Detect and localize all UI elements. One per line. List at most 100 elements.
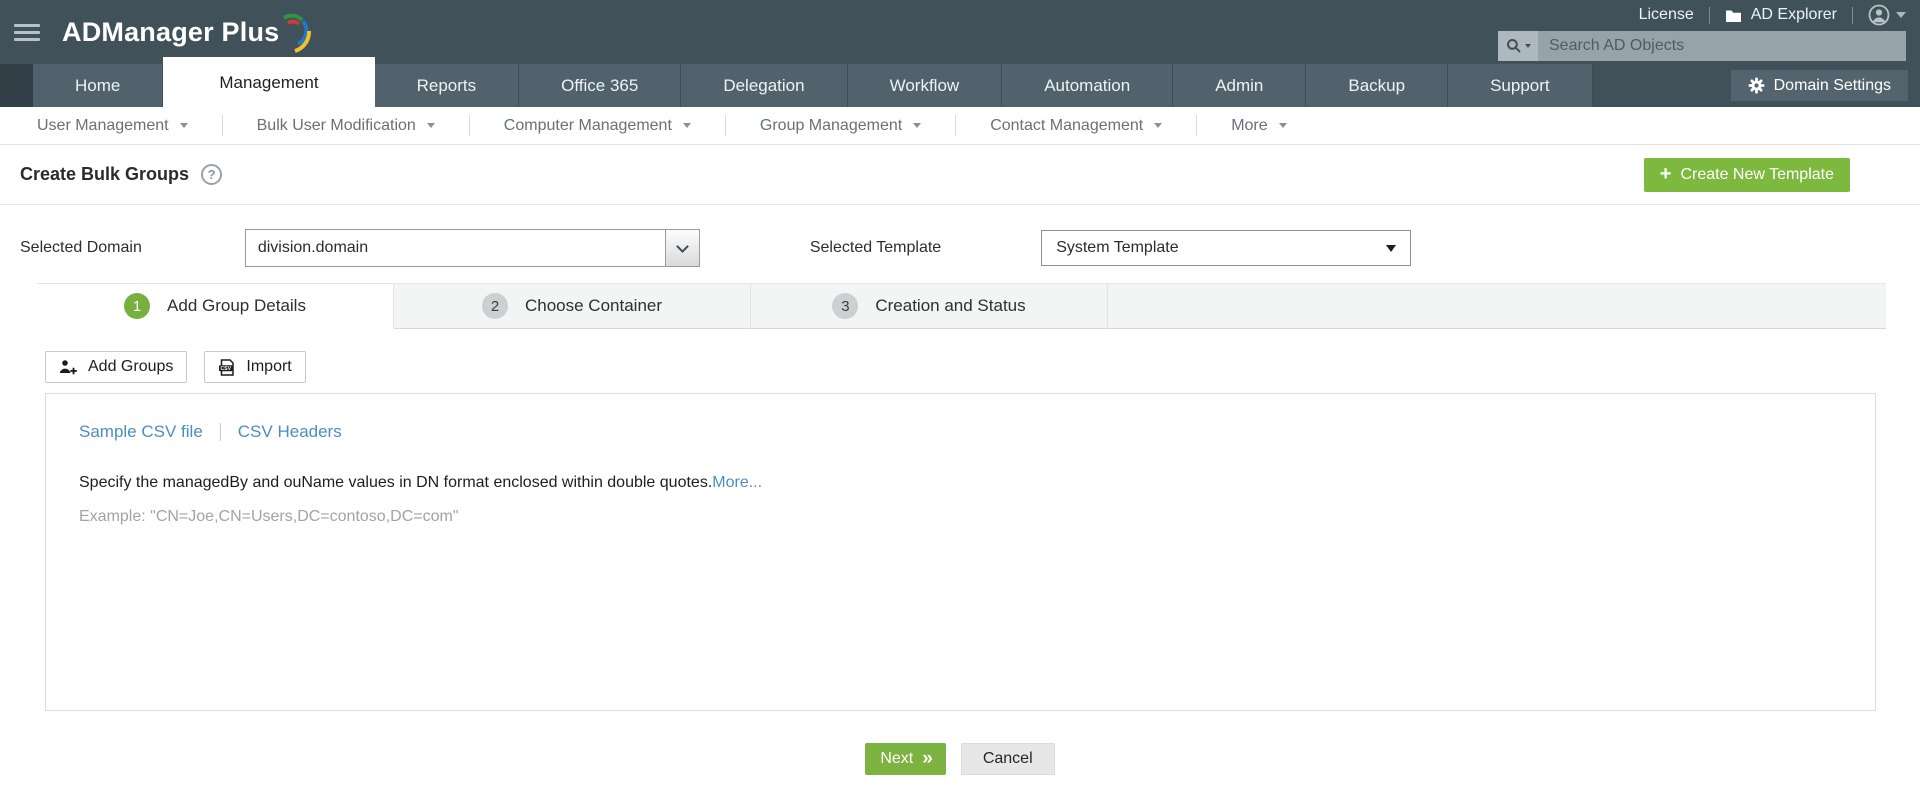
subnav-contact-management[interactable]: Contact Management xyxy=(956,115,1198,136)
search-scope-button[interactable] xyxy=(1498,31,1538,61)
page-title: Create Bulk Groups xyxy=(20,164,190,184)
gear-icon xyxy=(1748,77,1765,94)
hamburger-menu-icon[interactable] xyxy=(14,20,40,45)
page-header: Create Bulk Groups ? + Create New Templa… xyxy=(0,145,1920,205)
next-label: Next xyxy=(880,750,914,767)
step-add-group-details[interactable]: 1 Add Group Details xyxy=(37,284,394,329)
step-label: Add Group Details xyxy=(167,296,306,315)
subnav-label: Bulk User Modification xyxy=(256,116,416,134)
next-button[interactable]: Next » xyxy=(865,743,946,775)
subnav-group-management[interactable]: Group Management xyxy=(726,115,957,136)
step-choose-container[interactable]: 2 Choose Container xyxy=(394,284,751,329)
help-icon[interactable]: ? xyxy=(201,164,223,185)
step-number-badge: 1 xyxy=(124,293,151,319)
add-person-icon xyxy=(59,360,77,375)
chevron-down-icon xyxy=(682,123,691,128)
subnav-computer-management[interactable]: Computer Management xyxy=(470,115,726,136)
search-input[interactable] xyxy=(1538,31,1906,61)
tab-delegation[interactable]: Delegation xyxy=(681,64,848,107)
subnav-label: User Management xyxy=(37,116,169,134)
csv-import-icon: CSV xyxy=(219,358,235,376)
ad-explorer-link[interactable]: AD Explorer xyxy=(1725,6,1837,24)
tab-admin[interactable]: Admin xyxy=(1173,64,1307,107)
chevron-down-icon xyxy=(1896,12,1906,18)
create-template-label: Create New Template xyxy=(1680,165,1834,183)
instruction-line: Specify the managedBy and ouName values … xyxy=(79,474,1875,492)
domain-settings-button[interactable]: Domain Settings xyxy=(1730,70,1908,101)
divider xyxy=(219,423,221,441)
step-creation-and-status[interactable]: 3 Creation and Status xyxy=(751,284,1108,329)
tab-home[interactable]: Home xyxy=(33,64,164,107)
chevron-down-icon xyxy=(675,239,689,253)
tab-automation[interactable]: Automation xyxy=(1002,64,1174,107)
cancel-button[interactable]: Cancel xyxy=(960,743,1055,775)
add-groups-button[interactable]: Add Groups xyxy=(45,351,188,383)
selected-domain-combo xyxy=(244,229,700,267)
user-menu[interactable] xyxy=(1868,4,1906,26)
divider xyxy=(1708,6,1710,24)
step-label: Choose Container xyxy=(524,296,663,315)
plus-icon: + xyxy=(1659,162,1672,185)
sub-nav: User Management Bulk User Modification C… xyxy=(0,107,1920,145)
divider xyxy=(1852,6,1853,24)
search-icon xyxy=(1506,39,1521,53)
sample-csv-file-link[interactable]: Sample CSV file xyxy=(79,422,203,442)
user-avatar-icon xyxy=(1868,4,1890,26)
chevron-down-icon xyxy=(913,123,922,128)
ad-explorer-label: AD Explorer xyxy=(1750,6,1837,23)
example-text: Example: "CN=Joe,CN=Users,DC=contoso,DC=… xyxy=(79,508,459,525)
selected-template-select[interactable]: System Template xyxy=(1041,230,1412,266)
subnav-label: Group Management xyxy=(759,116,903,134)
selected-domain-input[interactable] xyxy=(245,230,665,266)
instruction-text: Specify the managedBy and ouName values … xyxy=(79,474,713,491)
import-label: Import xyxy=(246,358,292,375)
tab-support[interactable]: Support xyxy=(1448,64,1593,107)
csv-links-row: Sample CSV file CSV Headers xyxy=(79,422,1875,442)
chevron-down-icon xyxy=(426,123,435,128)
csv-instructions-panel: Sample CSV file CSV Headers Specify the … xyxy=(45,393,1876,711)
create-new-template-button[interactable]: + Create New Template xyxy=(1643,157,1850,192)
step-number-badge: 2 xyxy=(481,293,508,319)
chevron-down-icon xyxy=(179,123,188,128)
subnav-label: Contact Management xyxy=(990,116,1144,134)
domain-dropdown-button[interactable] xyxy=(664,230,699,266)
logo-text: ADManager Plus xyxy=(62,17,280,47)
folder-icon xyxy=(1725,10,1741,22)
chevron-down-icon xyxy=(1524,44,1531,48)
step-label: Creation and Status xyxy=(875,296,1026,315)
subnav-user-management[interactable]: User Management xyxy=(10,115,223,136)
tab-workflow[interactable]: Workflow xyxy=(847,64,1003,107)
logo-swirl-icon xyxy=(283,13,312,53)
main-nav: Home Management Reports Office 365 Deleg… xyxy=(0,57,1920,107)
tab-management[interactable]: Management xyxy=(163,57,375,107)
selected-template-value: System Template xyxy=(1056,239,1179,256)
add-groups-label: Add Groups xyxy=(88,358,174,375)
step-number-badge: 3 xyxy=(832,293,859,319)
csv-headers-link[interactable]: CSV Headers xyxy=(238,422,342,442)
nav-fill: Domain Settings xyxy=(1593,64,1920,107)
tab-reports[interactable]: Reports xyxy=(374,64,520,107)
subnav-bulk-user-modification[interactable]: Bulk User Modification xyxy=(223,115,470,136)
top-bar: ADManager Plus License AD Explorer xyxy=(0,0,1920,64)
license-link[interactable]: License xyxy=(1639,6,1694,24)
app-logo: ADManager Plus xyxy=(62,6,312,58)
import-button[interactable]: CSV Import xyxy=(204,351,306,383)
app-header: ADManager Plus License AD Explorer Searc… xyxy=(0,0,1920,107)
chevron-down-icon xyxy=(1278,123,1287,128)
ad-search-box xyxy=(1498,31,1906,61)
svg-text:CSV: CSV xyxy=(221,365,232,371)
tab-office-365[interactable]: Office 365 xyxy=(519,64,682,107)
group-toolbar: Add Groups CSV Import xyxy=(45,351,1920,383)
chevron-down-icon xyxy=(1154,123,1163,128)
selected-domain-label: Selected Domain xyxy=(20,239,142,256)
double-chevron-right-icon: » xyxy=(922,747,932,769)
nav-spacer xyxy=(0,64,33,107)
selection-row: Selected Domain Selected Template System… xyxy=(0,205,1920,267)
dropdown-arrow-icon xyxy=(1386,244,1397,252)
tab-backup[interactable]: Backup xyxy=(1306,64,1449,107)
subnav-label: More xyxy=(1231,116,1268,134)
more-link[interactable]: More... xyxy=(712,474,762,491)
wizard-actions: Next » Cancel xyxy=(0,743,1920,775)
subnav-more[interactable]: More xyxy=(1197,115,1320,136)
steps-filler xyxy=(1108,284,1886,329)
